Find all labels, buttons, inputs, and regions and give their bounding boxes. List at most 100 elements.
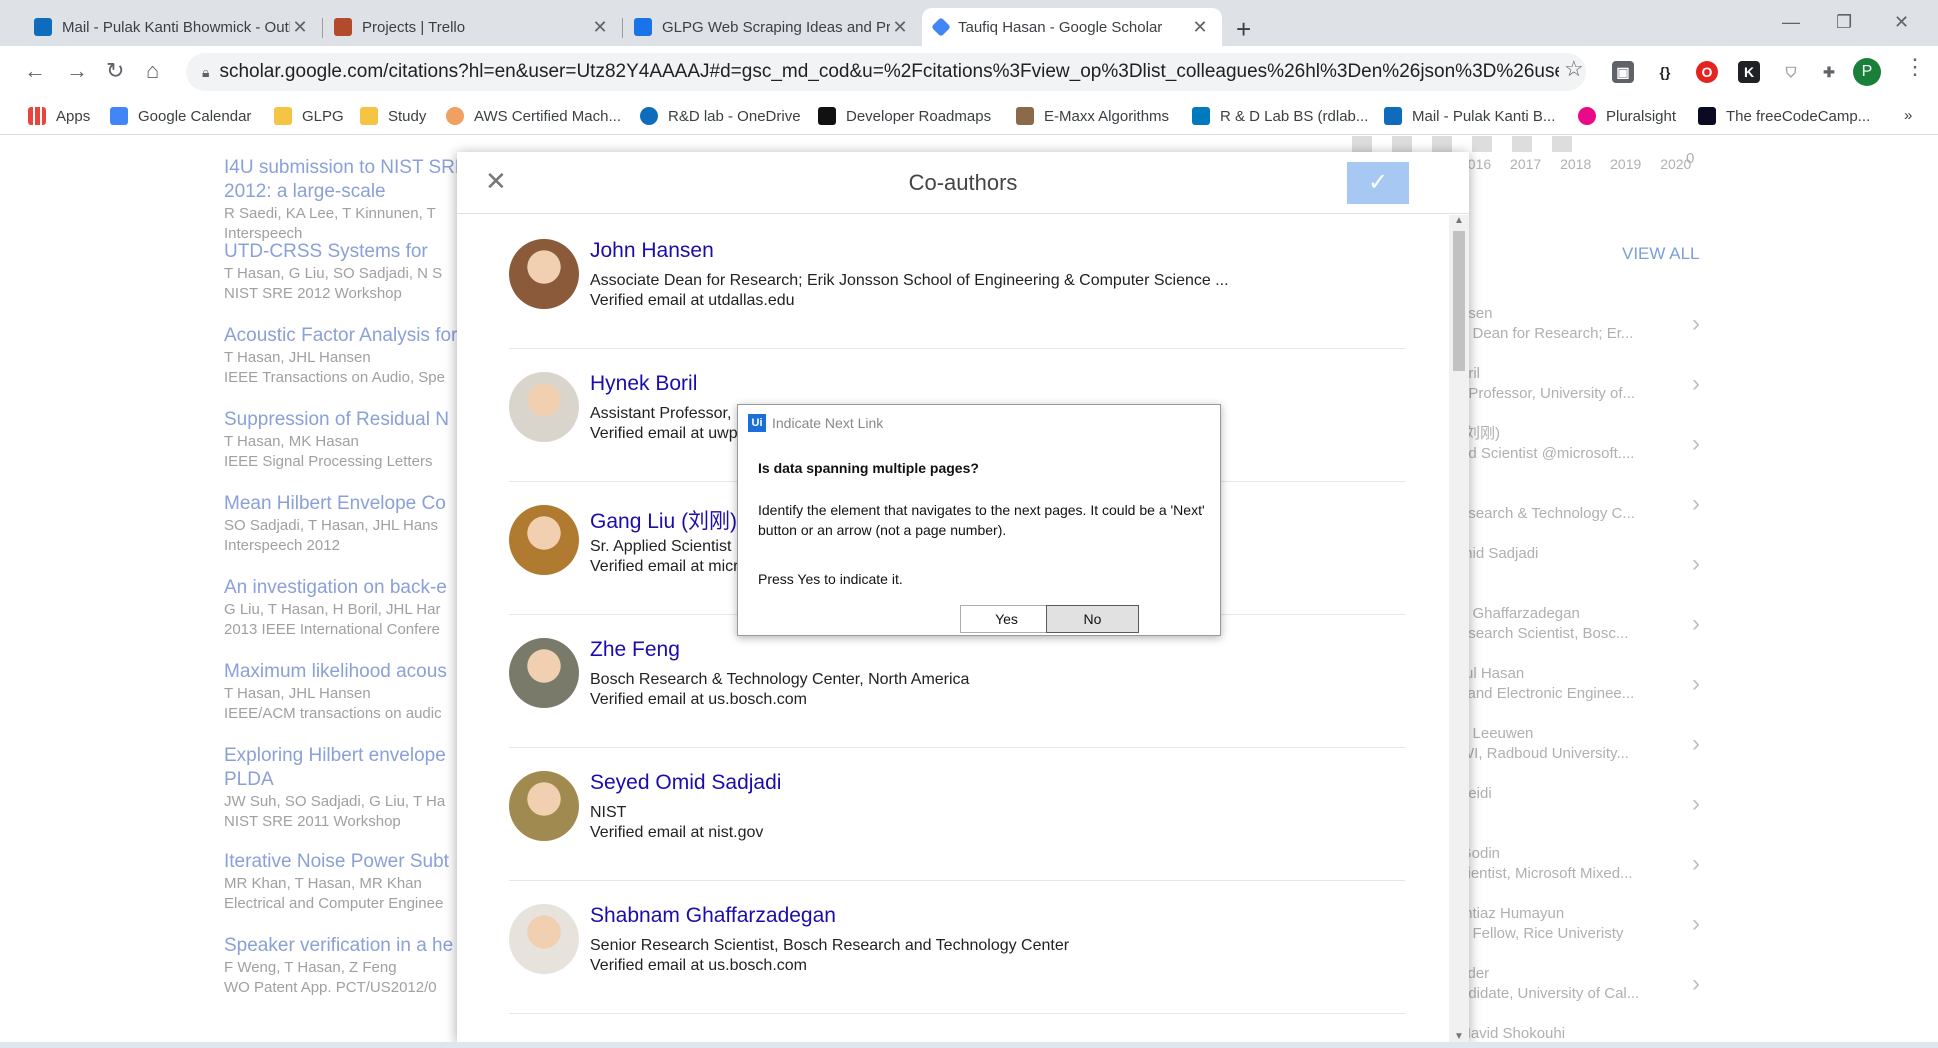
bookmark-emaxx[interactable]: E-Maxx Algorithms [1016,107,1169,125]
coauthor-name[interactable]: John Hansen [590,239,714,263]
roadmap-icon [818,107,836,125]
coauthor-email: Verified email at utdallas.edu [590,292,795,309]
bookmark-mail[interactable]: Mail - Pulak Kanti B... [1384,107,1555,125]
lock-icon: 🔒︎ [202,63,210,80]
close-tab-icon[interactable]: ✕ [890,17,910,38]
bookmarks-overflow[interactable]: » [1904,107,1912,124]
coauthor-card[interactable]: John Hansen Associate Dean for Research; … [509,215,1405,349]
bookmark-freecodecamp[interactable]: The freeCodeCamp... [1698,107,1870,125]
bookmark-label: The freeCodeCamp... [1726,107,1871,125]
bookmark-label: GLPG [302,107,344,125]
folder-icon [360,107,378,125]
tab-title: Projects | Trello [362,18,466,36]
bookmark-label: Study [388,107,427,125]
menu-icon[interactable]: ⋮ [1904,54,1926,80]
scroll-up-icon[interactable]: ▲ [1454,215,1464,226]
avatar[interactable] [509,239,579,309]
coauthor-email: Verified email at us.bosch.com [590,691,807,708]
browser-chrome: Mail - Pulak Kanti Bhowmick - Outlook ✕ … [0,0,1938,135]
coauthor-name[interactable]: Seyed Omid Sadjadi [590,771,781,795]
outlook-icon [1384,107,1402,125]
puzzle-icon[interactable]: ✚ [1818,61,1840,83]
bottom-edge [0,1042,1938,1048]
bookmark-roadmaps[interactable]: Developer Roadmaps [818,107,991,125]
confirm-checkmark-button[interactable]: ✓ [1347,162,1409,204]
back-icon[interactable]: ← [24,58,46,84]
coauthor-name[interactable]: Gang Liu (刘刚) [590,505,737,535]
bookmark-glpg[interactable]: GLPG [274,107,344,125]
tab-strip: Mail - Pulak Kanti Bhowmick - Outlook ✕ … [0,0,1938,46]
coauthor-card[interactable]: Seyed Omid Sadjadi NIST Verified email at … [509,747,1405,881]
close-tab-icon[interactable]: ✕ [590,17,610,38]
avatar[interactable] [509,904,579,974]
shield-extension-icon[interactable]: ⛉ [1780,61,1802,83]
bookmark-label: R&D lab - OneDrive [668,107,801,125]
bookmark-label: Mail - Pulak Kanti B... [1412,107,1556,125]
extension-icon[interactable]: ▣ [1612,61,1634,83]
url-text: scholar.google.com/citations?hl=en&user=… [219,61,1560,82]
bookmark-apps[interactable]: Apps [28,107,90,125]
trello-icon [1192,107,1210,125]
coauthor-card[interactable]: Shabnam Ghaffarzadegan Senior Research Sc… [509,880,1405,1014]
tab-outlook[interactable]: Mail - Pulak Kanti Bhowmick - Outlook ✕ [22,8,322,46]
tab-docs[interactable]: GLPG Web Scraping Ideas and Process ✕ [622,8,922,46]
minimize-icon[interactable]: — [1782,12,1800,33]
tab-title: Taufiq Hasan - Google Scholar [958,18,1163,36]
indicate-next-link-dialog: Ui Indicate Next Link Is data spanning m… [737,404,1221,636]
address-bar[interactable]: 🔒︎ scholar.google.com/citations?hl=en&us… [186,53,1586,91]
bookmark-google-calendar[interactable]: Google Calendar [110,107,251,125]
profile-avatar[interactable]: P [1853,58,1881,86]
coauthor-name[interactable]: Zhe Feng [590,638,680,662]
yes-button[interactable]: Yes [960,605,1053,633]
dialog-instruction: Press Yes to indicate it. [758,571,903,587]
bookmark-rdlab[interactable]: R & D Lab BS (rdlab... [1192,107,1368,125]
avatar[interactable] [509,638,579,708]
opera-extension-icon[interactable]: O [1696,61,1718,83]
dialog-title: Co-authors [908,170,1018,195]
bookmark-onedrive[interactable]: R&D lab - OneDrive [640,107,801,125]
coauthor-affiliation: Bosch Research & Technology Center, Nort… [590,671,970,688]
scroll-thumb[interactable] [1453,231,1465,371]
coauthor-affiliation: Senior Research Scientist, Bosch Researc… [590,937,1070,954]
close-tab-icon[interactable]: ✕ [290,17,310,38]
new-tab-button[interactable]: + [1236,14,1251,45]
coauthor-name[interactable]: Hynek Boril [590,372,697,396]
avatar[interactable] [509,505,579,575]
coauthor-affiliation: Associate Dean for Research; Erik Jonsso… [590,272,1229,289]
close-window-icon[interactable]: ✕ [1894,12,1909,33]
tab-trello[interactable]: Projects | Trello ✕ [322,8,622,46]
dialog-title: Indicate Next Link [772,415,884,431]
onedrive-icon [640,107,658,125]
forward-icon[interactable]: → [66,58,88,84]
bookmark-star-icon[interactable]: ☆ [1564,56,1584,82]
dialog-description: Identify the element that navigates to t… [758,502,1205,538]
apps-grid-icon [28,107,46,125]
uipath-logo-icon: Ui [748,414,766,432]
coauthor-name[interactable]: Shabnam Ghaffarzadegan [590,904,836,928]
avatar[interactable] [509,372,579,442]
tab-scholar[interactable]: Taufiq Hasan - Google Scholar ✕ [922,8,1222,46]
close-tab-icon[interactable]: ✕ [1190,17,1210,38]
restore-icon[interactable]: ❐ [1836,12,1852,33]
home-icon[interactable]: ⌂ [146,58,159,84]
avatar[interactable] [509,771,579,841]
browser-toolbar: ← → ↻ ⌂ 🔒︎ scholar.google.com/citations?… [0,46,1938,100]
scroll-down-icon[interactable]: ▼ [1454,1031,1464,1042]
freecodecamp-icon [1698,107,1716,125]
coauthor-affiliation: NIST [590,804,627,821]
cloud-icon [446,107,464,125]
bookmark-pluralsight[interactable]: Pluralsight [1578,107,1676,125]
dialog-question: Is data spanning multiple pages? [758,460,979,476]
reload-icon[interactable]: ↻ [106,58,124,84]
bookmark-aws[interactable]: AWS Certified Mach... [446,107,621,125]
no-button[interactable]: No [1046,605,1139,633]
coauthor-email: Verified email at nist.gov [590,824,764,841]
bookmark-study[interactable]: Study [360,107,426,125]
k-extension-icon[interactable]: K [1738,61,1760,83]
folder-icon [274,107,292,125]
docs-icon [634,18,652,36]
scrollbar[interactable]: ▲ ▼ [1449,215,1469,1042]
tab-title: Mail - Pulak Kanti Bhowmick - Outlook [62,18,290,36]
json-extension-icon[interactable]: {} [1654,61,1676,83]
coauthor-email: Verified email at us.bosch.com [590,957,807,974]
